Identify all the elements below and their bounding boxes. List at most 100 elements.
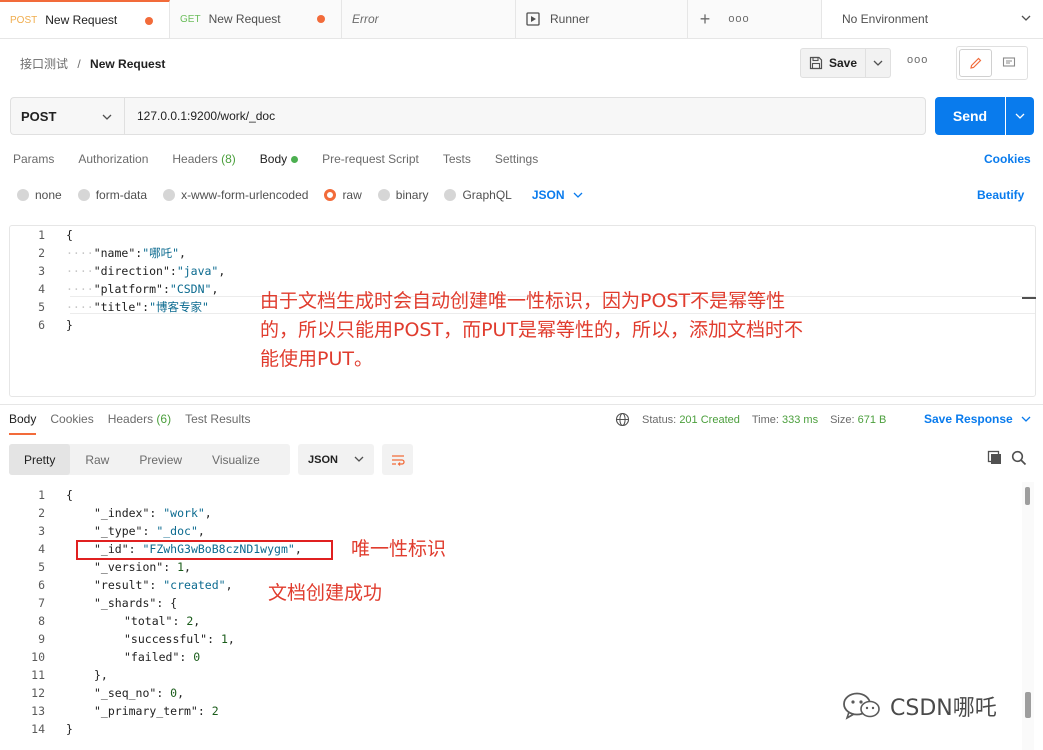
radio-form-data[interactable]: form-data <box>77 188 147 202</box>
response-tab-cookies[interactable]: Cookies <box>50 412 93 435</box>
body-type-selector: none form-data x-www-form-urlencoded raw… <box>17 188 583 202</box>
scroll-marker <box>1022 297 1036 299</box>
tab-get-new-request[interactable]: GET New Request <box>170 0 342 38</box>
more-icon: ooo <box>728 13 750 25</box>
globe-icon[interactable] <box>615 412 630 427</box>
http-method-select[interactable]: POST <box>10 97 124 135</box>
json-value: "_doc" <box>156 524 198 538</box>
line-number: 5 <box>38 560 45 574</box>
request-more-button[interactable]: ooo <box>907 54 928 66</box>
json-key: "total" <box>124 614 173 628</box>
raw-format-select[interactable]: JSON <box>532 188 583 202</box>
line-number: 12 <box>31 686 45 700</box>
new-tab-button[interactable]: + <box>688 0 722 38</box>
json-value: "哪吒" <box>142 246 180 260</box>
tab-error[interactable]: Error <box>342 0 516 38</box>
chevron-down-icon <box>873 60 883 66</box>
beautify-button[interactable]: Beautify <box>977 188 1024 202</box>
status-readout: Status: 201 Created <box>642 414 740 426</box>
url-input[interactable]: 127.0.0.1:9200/work/_doc <box>124 97 926 135</box>
response-tab-body[interactable]: Body <box>9 412 37 435</box>
environment-selector[interactable]: No Environment <box>821 0 1043 38</box>
unsaved-dot-icon <box>145 17 153 25</box>
radio-label: GraphQL <box>462 188 512 202</box>
radio-circle <box>444 189 457 201</box>
code-line: "successful": 1, <box>124 632 235 646</box>
cookies-link[interactable]: Cookies <box>984 152 1031 166</box>
radio-raw[interactable]: raw <box>324 188 362 202</box>
chevron-down-icon <box>1021 15 1031 21</box>
response-tab-headers-label: Headers <box>107 412 154 426</box>
line-number: 13 <box>31 704 45 718</box>
plus-icon: + <box>699 8 711 29</box>
code-line: }, <box>94 666 108 684</box>
view-pretty[interactable]: Pretty <box>9 444 71 475</box>
json-value: 1 <box>220 632 228 646</box>
radio-binary[interactable]: binary <box>377 188 428 202</box>
line-number: 2 <box>38 506 45 520</box>
tab-post-new-request[interactable]: POST New Request <box>0 0 170 38</box>
send-button[interactable]: Send <box>935 97 1005 135</box>
json-brace: { <box>66 228 73 242</box>
response-tab-test-results[interactable]: Test Results <box>185 412 250 435</box>
code-line: ····"direction":"java", <box>66 264 226 278</box>
tab-settings[interactable]: Settings <box>495 152 538 166</box>
json-key: "_seq_no" <box>94 686 157 700</box>
json-value: 1 <box>177 560 185 574</box>
wrap-lines-button[interactable] <box>382 444 413 475</box>
copy-icon[interactable] <box>987 450 1003 466</box>
breadcrumb-separator: / <box>77 57 81 71</box>
response-format-value: JSON <box>308 453 338 466</box>
scroll-thumb[interactable] <box>1025 692 1031 718</box>
chevron-down-icon <box>573 192 582 198</box>
scroll-thumb[interactable] <box>1025 487 1030 505</box>
status-label: Status: <box>642 413 677 426</box>
radio-circle <box>324 189 337 201</box>
radio-graphql[interactable]: GraphQL <box>444 188 512 202</box>
radio-circle <box>77 189 90 201</box>
tab-prerequest-script[interactable]: Pre-request Script <box>322 152 419 166</box>
line-number: 1 <box>38 488 45 502</box>
radio-urlencoded[interactable]: x-www-form-urlencoded <box>163 188 308 202</box>
search-icon[interactable] <box>1011 450 1027 466</box>
size-label: Size: <box>830 413 855 426</box>
save-response-button[interactable]: Save Response <box>924 412 1031 426</box>
tab-method: GET <box>180 13 201 25</box>
response-format-select[interactable]: JSON <box>298 444 374 475</box>
tab-params[interactable]: Params <box>13 152 54 166</box>
code-line: "_shards": { <box>94 596 178 610</box>
chevron-down-icon <box>354 456 364 462</box>
tab-authorization[interactable]: Authorization <box>78 152 148 166</box>
code-line: ····"title":"博客专家" <box>66 300 209 314</box>
annotation-line: 能使用PUT。 <box>260 348 373 370</box>
tab-more-button[interactable]: ooo <box>722 0 756 38</box>
response-tab-headers[interactable]: Headers (6) <box>108 412 171 435</box>
view-preview[interactable]: Preview <box>124 444 197 475</box>
json-key: "_shards" <box>94 596 157 610</box>
json-brace: } <box>66 722 73 736</box>
chevron-down-icon <box>102 114 112 120</box>
tab-runner[interactable]: Runner <box>516 0 688 38</box>
wechat-icon <box>843 692 880 720</box>
code-line: } <box>66 720 73 738</box>
line-number: 6 <box>38 578 45 592</box>
json-value: "work" <box>163 506 205 520</box>
tab-tests[interactable]: Tests <box>443 152 471 166</box>
annotation-note: 由于文档生成时会自动创建唯一性标识，因为POST不是幂等性 的，所以只能用POS… <box>260 287 900 374</box>
send-options-button[interactable] <box>1006 97 1034 135</box>
view-raw[interactable]: Raw <box>70 444 124 475</box>
save-options-button[interactable] <box>866 48 891 78</box>
tab-headers[interactable]: Headers (8) <box>172 152 235 166</box>
tab-body[interactable]: Body <box>260 152 299 166</box>
raw-format-value: JSON <box>531 188 565 202</box>
json-value: 2 <box>211 704 219 718</box>
radio-none[interactable]: none <box>17 188 62 202</box>
tab-label: Runner <box>550 12 590 26</box>
documentation-button[interactable] <box>992 49 1025 77</box>
line-number: 14 <box>31 722 45 736</box>
breadcrumb-collection[interactable]: 接口测试 <box>20 57 68 71</box>
save-button[interactable]: Save <box>800 48 866 78</box>
save-response-label: Save Response <box>924 412 1013 426</box>
view-visualize[interactable]: Visualize <box>197 444 275 475</box>
edit-mode-button[interactable] <box>959 49 992 77</box>
